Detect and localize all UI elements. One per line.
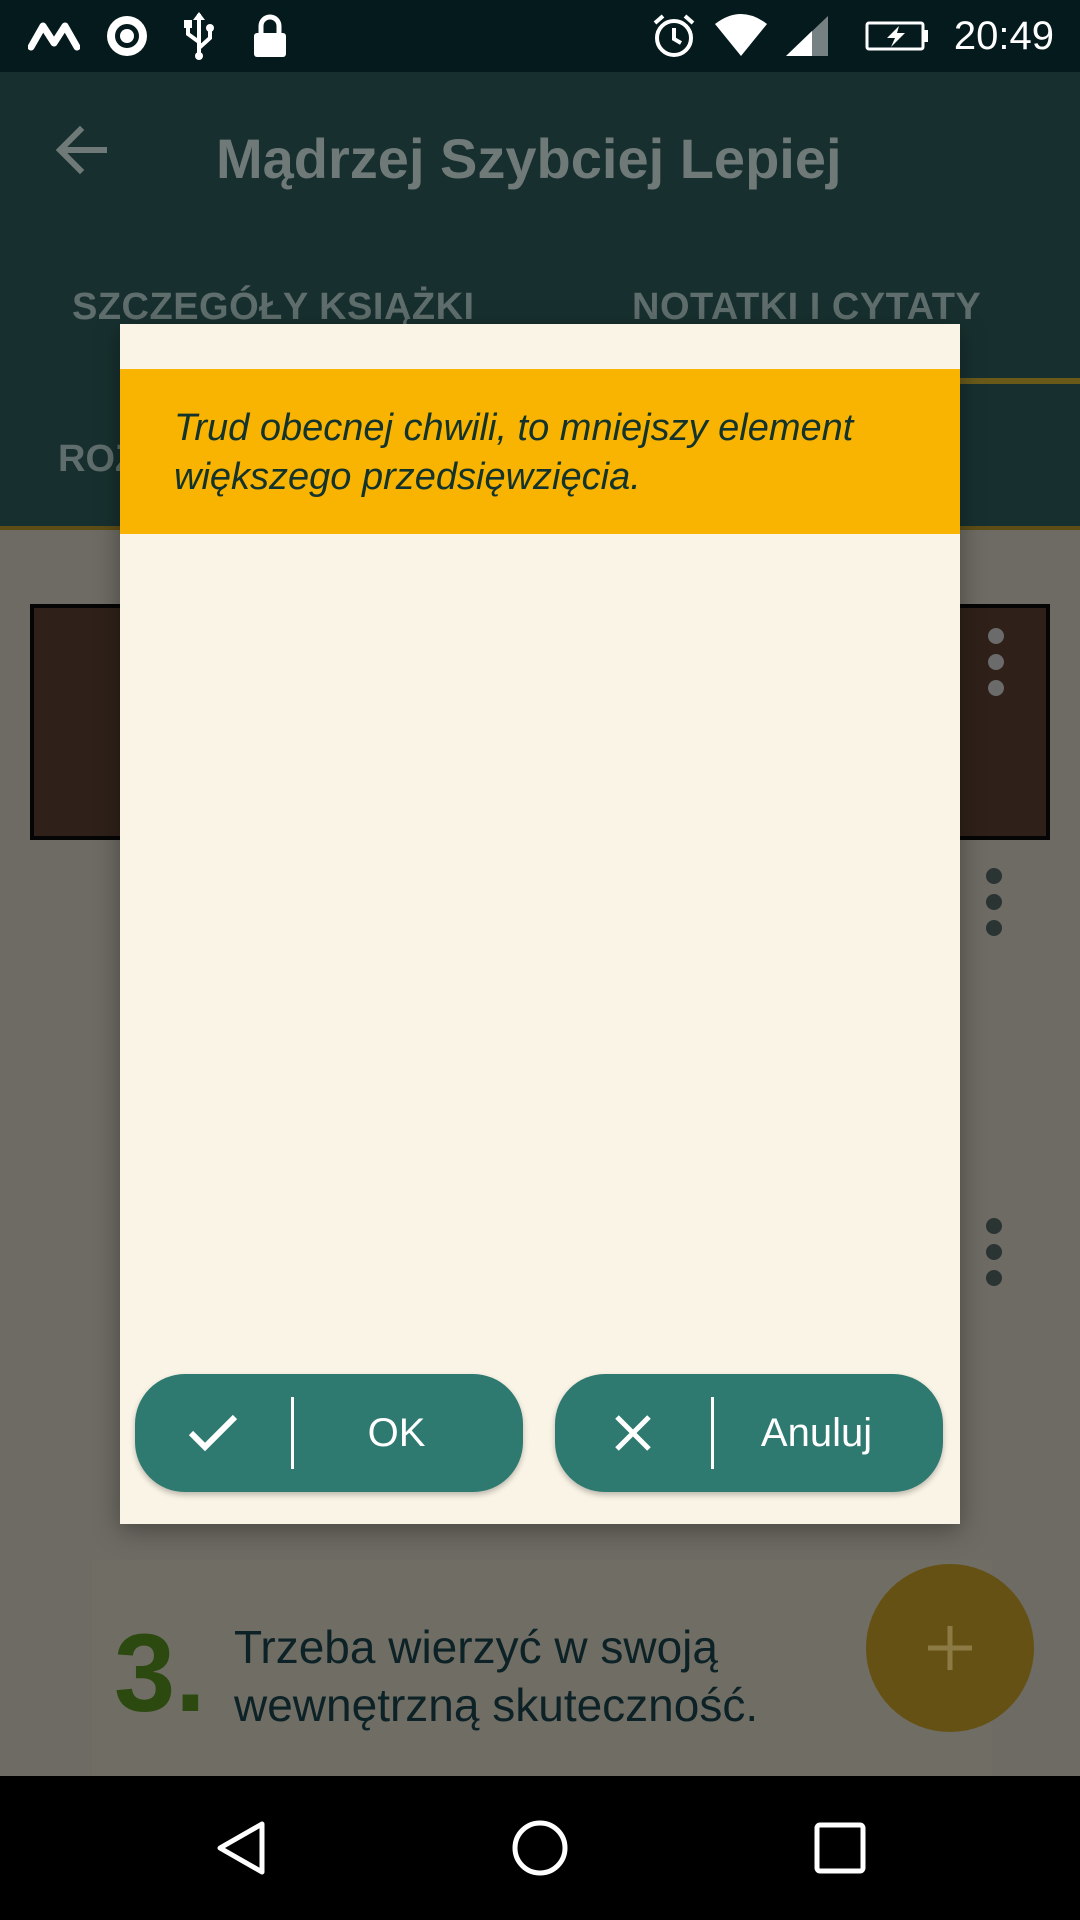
alarm-icon: [648, 10, 700, 62]
sync-icon: [100, 10, 154, 62]
page-title: Mądrzej Szybciej Lepiej: [216, 127, 842, 190]
battery-charging-icon: [864, 10, 930, 62]
ok-label: OK: [367, 1410, 426, 1455]
ok-button[interactable]: OK: [135, 1374, 523, 1492]
note-text: Trzeba wierzyć w swoją wewnętrzną skutec…: [234, 1621, 759, 1731]
more-options-icon[interactable]: [984, 1218, 1004, 1288]
close-icon: [555, 1374, 711, 1492]
more-options-icon[interactable]: [984, 868, 1004, 938]
cancel-label: Anuluj: [760, 1410, 873, 1455]
more-options-icon[interactable]: [986, 628, 1006, 698]
tab-notes-and-quotes[interactable]: NOTATKI I CYTATY: [632, 286, 981, 329]
back-arrow-icon[interactable]: [52, 120, 112, 180]
add-note-button[interactable]: [866, 1564, 1034, 1732]
signal-icon: [782, 10, 836, 62]
status-bar: 20:49: [0, 0, 1080, 72]
check-icon: [135, 1374, 291, 1492]
cancel-button[interactable]: Anuluj: [555, 1374, 943, 1492]
plus-icon: [928, 1626, 972, 1670]
note-number: 3.: [114, 1612, 206, 1735]
wifi-icon: [712, 10, 770, 62]
clock: 20:49: [953, 14, 1054, 58]
lock-icon: [248, 10, 292, 62]
motorola-icon: [26, 10, 82, 62]
back-nav-icon[interactable]: [210, 1818, 270, 1878]
tab-book-details[interactable]: SZCZEGÓŁY KSIĄŻKI: [72, 286, 475, 329]
recents-nav-icon[interactable]: [810, 1818, 870, 1878]
quote-dialog: Trud obecnej chwili, to mniejszy element…: [120, 324, 960, 1524]
home-nav-icon[interactable]: [510, 1818, 570, 1878]
quote-text: Trud obecnej chwili, to mniejszy element…: [174, 407, 854, 498]
usb-icon: [176, 10, 222, 62]
